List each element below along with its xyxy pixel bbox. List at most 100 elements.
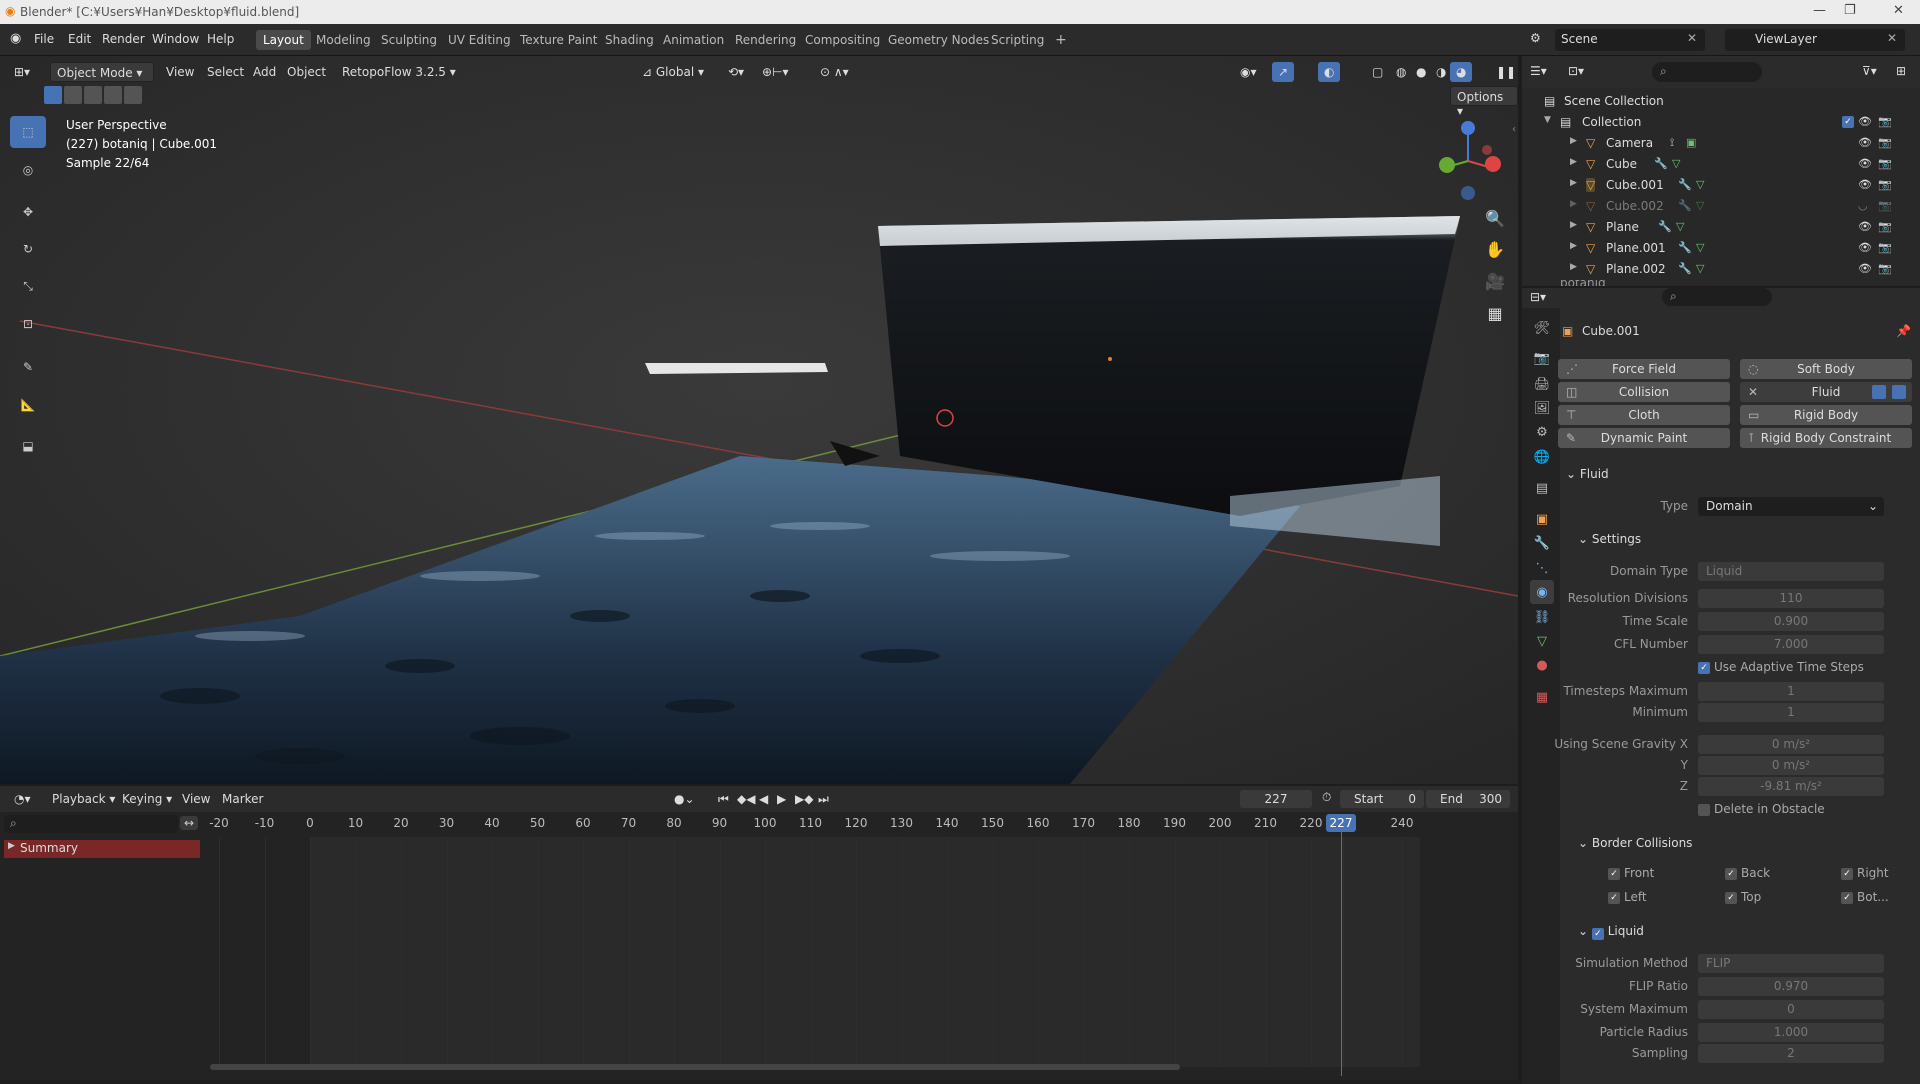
scale-tool-icon[interactable]: ⤡ [10, 270, 46, 302]
output-tab-icon[interactable]: 🖨 [1530, 372, 1554, 396]
fluid-type-dropdown[interactable]: Domain ⌄ [1698, 497, 1884, 516]
resolution-divisions-field[interactable]: 110 [1698, 589, 1884, 608]
force-field-button[interactable]: ⋰ Force Field [1558, 359, 1730, 379]
fluid-button[interactable]: ✕ Fluid [1740, 382, 1912, 402]
border-back-checkbox[interactable]: ✓ [1725, 868, 1737, 880]
select-box-tool-icon[interactable]: ⬚ [10, 116, 46, 148]
liquid-enable-checkbox[interactable]: ✓ [1591, 928, 1604, 940]
menu-add[interactable]: Add [247, 62, 282, 82]
ortho-toggle-icon[interactable]: ▦ [1482, 300, 1508, 326]
summary-channel[interactable]: ▶ Summary [4, 840, 200, 858]
select-invert-icon[interactable] [104, 86, 122, 104]
menu-object[interactable]: Object [281, 62, 332, 82]
gravity-y-field[interactable]: 0 m/s² [1698, 756, 1884, 775]
visibility-icon[interactable]: ◉▾ [1234, 62, 1263, 82]
render-camera-icon[interactable]: 📷 [1878, 136, 1892, 149]
tab-geometry-nodes[interactable]: Geometry Nodes [881, 30, 996, 50]
menu-select[interactable]: Select [201, 62, 250, 82]
menu-help[interactable]: Help [207, 32, 234, 46]
particle-radius-field[interactable]: 1.000 [1698, 1023, 1884, 1042]
start-frame-field[interactable]: Start 0 [1340, 790, 1424, 808]
move-tool-icon[interactable]: ✥ [10, 196, 46, 228]
scene-selector[interactable]: Scene ✕ [1555, 29, 1705, 51]
jump-end-icon[interactable]: ⏭ [812, 789, 835, 809]
sync-icon[interactable]: ↔ [180, 816, 199, 830]
scene-icon[interactable]: ⚙ [1530, 31, 1541, 45]
playback-menu[interactable]: Playback ▾ [46, 789, 121, 809]
close-icon[interactable]: ✕ [1893, 3, 1904, 18]
transform-tool-icon[interactable]: ⊡ [10, 308, 46, 340]
border-left-checkbox[interactable]: ✓ [1608, 892, 1620, 904]
tab-texture-paint[interactable]: Texture Paint [513, 30, 604, 50]
collapse-arrow-icon[interactable]: ▼ [1544, 115, 1551, 125]
menu-render[interactable]: Render [102, 32, 145, 46]
select-extend-icon[interactable] [64, 86, 82, 104]
tab-shading[interactable]: Shading [598, 30, 661, 50]
system-maximum-field[interactable]: 0 [1698, 1000, 1884, 1019]
editor-type-icon[interactable]: ⊞▾ [8, 62, 36, 82]
delete-in-obstacle-checkbox[interactable] [1698, 804, 1710, 816]
tab-compositing[interactable]: Compositing [798, 30, 887, 50]
gizmo-toggle-icon[interactable]: ↗ [1272, 62, 1295, 82]
expand-arrow-icon[interactable]: ▶ [1570, 241, 1577, 251]
render-camera-icon[interactable]: 📷 [1878, 262, 1892, 275]
tab-sculpting[interactable]: Sculpting [374, 30, 444, 50]
menu-file[interactable]: File [34, 32, 54, 46]
add-workspace-icon[interactable]: + [1048, 29, 1074, 49]
render-camera-icon[interactable]: 📷 [1878, 199, 1892, 212]
view-layer-tab-icon[interactable]: 🖼 [1530, 396, 1554, 420]
visibility-eye-icon[interactable]: 👁 [1858, 178, 1872, 191]
outliner-item-plane-001[interactable]: ▶ ▽ Plane.001 🔧 ▽ 👁 📷 [1522, 238, 1920, 259]
border-bottom-checkbox[interactable]: ✓ [1841, 892, 1853, 904]
display-mode-icon[interactable]: ⊡▾ [1568, 64, 1584, 78]
visibility-eye-icon[interactable]: 👁 [1858, 220, 1872, 233]
outliner-item-plane[interactable]: ▶ ▽ Plane 🔧 ▽ 👁 📷 [1522, 217, 1920, 238]
marker-menu[interactable]: Marker [216, 789, 269, 809]
outliner-editor-icon[interactable]: ☰▾ [1530, 64, 1547, 78]
add-cube-tool-icon[interactable]: ⬓ [10, 430, 46, 462]
3d-viewport[interactable]: ⊞▾ Object Mode ▾ View Select Add Object … [0, 56, 1518, 784]
domain-type-dropdown[interactable]: Liquid [1698, 562, 1884, 581]
menu-edit[interactable]: Edit [68, 32, 91, 46]
render-camera-icon[interactable]: 📷 [1878, 220, 1892, 233]
tool-tab-icon[interactable]: 🛠 [1530, 316, 1554, 340]
outliner-item-camera[interactable]: ▶ ▽ Camera ⟟ ▣ 👁 📷 [1522, 133, 1920, 154]
shading-rendered-icon[interactable]: ◕ [1450, 62, 1473, 82]
tab-uv-editing[interactable]: UV Editing [441, 30, 518, 50]
scene-tab-icon[interactable]: ⚙ [1530, 420, 1554, 444]
playhead[interactable] [1341, 814, 1342, 1076]
pivot-icon[interactable]: ⟲▾ [722, 62, 750, 82]
expand-arrow-icon[interactable]: ▶ [1570, 199, 1577, 209]
pause-render-icon[interactable]: ❚❚ [1490, 62, 1518, 82]
dynamic-paint-button[interactable]: ✎ Dynamic Paint [1558, 428, 1730, 448]
menu-view[interactable]: View [160, 62, 200, 82]
cloth-button[interactable]: ⊤ Cloth [1558, 405, 1730, 425]
cursor-tool-icon[interactable]: ◎ [10, 154, 46, 186]
render-tab-icon[interactable]: 📷 [1530, 346, 1554, 370]
tab-scripting[interactable]: Scripting [984, 30, 1051, 50]
simulation-method-dropdown[interactable]: FLIP [1698, 954, 1884, 973]
settings-subpanel-header[interactable]: ⌄ Settings [1578, 532, 1641, 546]
timeline-search-input[interactable]: ⌕ [4, 815, 178, 833]
expand-arrow-icon[interactable]: ▶ [1570, 262, 1577, 272]
outliner-item-botaniq[interactable]: botaniq [1522, 280, 1920, 286]
border-front-checkbox[interactable]: ✓ [1608, 868, 1620, 880]
timeline-scrollbar[interactable] [210, 1064, 1180, 1070]
hidden-eye-icon[interactable]: ◡ [1858, 199, 1868, 212]
remove-fluid-icon[interactable]: ✕ [1748, 382, 1758, 402]
overlay-toggle-icon[interactable]: ◐ [1318, 62, 1341, 82]
render-camera-icon[interactable]: 📷 [1878, 178, 1892, 191]
render-display-icon[interactable] [1892, 385, 1906, 399]
visibility-eye-icon[interactable]: 👁 [1858, 136, 1872, 149]
orientation-dropdown[interactable]: ⊿ Global ▾ [636, 62, 710, 82]
menu-window[interactable]: Window [152, 32, 199, 46]
expand-arrow-icon[interactable]: ▶ [1570, 157, 1577, 167]
soft-body-button[interactable]: ◌ Soft Body [1740, 359, 1912, 379]
outliner-item-cube-002[interactable]: ▶ ▽ Cube.002 🔧 ▽ ◡ 📷 [1522, 196, 1920, 217]
collision-button[interactable]: ◫ Collision [1558, 382, 1730, 402]
end-frame-field[interactable]: End 300 [1426, 790, 1510, 808]
restore-icon[interactable]: ❐ [1844, 3, 1856, 18]
timeline-view-menu[interactable]: View [176, 789, 216, 809]
expand-arrow-icon[interactable]: ▶ [1570, 136, 1577, 146]
rigid-body-button[interactable]: ▭ Rigid Body [1740, 405, 1912, 425]
